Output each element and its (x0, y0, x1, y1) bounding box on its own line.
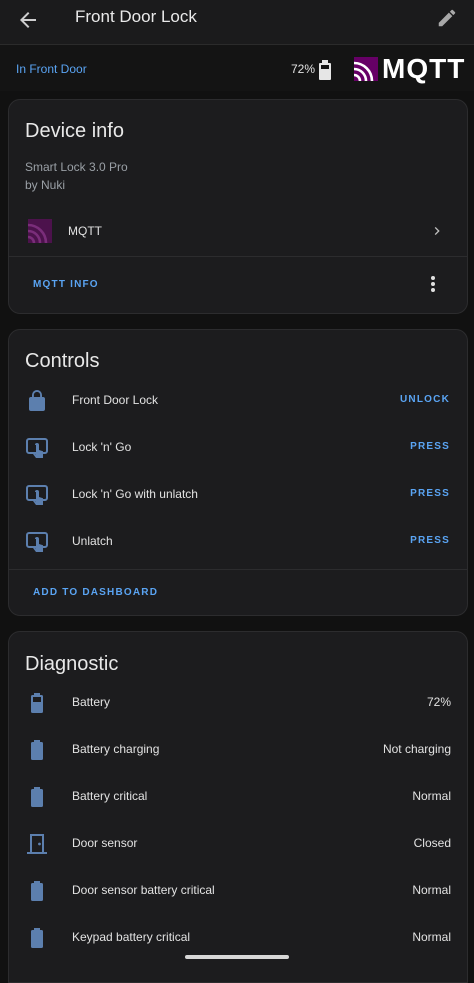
diagnostic-value: Closed (413, 836, 451, 850)
diagnostic-label: Battery charging (72, 742, 160, 756)
diagnostic-label: Keypad battery critical (72, 930, 191, 944)
diagnostic-row[interactable]: Battery critical Normal (9, 779, 467, 815)
diagnostic-label: Door sensor (72, 836, 138, 850)
device-manufacturer: by Nuki (25, 178, 66, 192)
diagnostic-label: Door sensor battery critical (72, 883, 215, 897)
controls-card: Controls Front Door Lock UNLOCK Lock 'n'… (8, 329, 468, 616)
diagnostic-value: Normal (412, 883, 451, 897)
diagnostic-row[interactable]: Battery charging Not charging (9, 732, 467, 768)
diagnostic-label: Battery (72, 695, 111, 709)
overflow-menu-icon[interactable] (425, 274, 441, 294)
battery-icon (319, 60, 331, 80)
page-title: Front Door Lock (75, 7, 197, 26)
diagnostic-label: Battery critical (72, 789, 148, 803)
control-row[interactable]: Lock 'n' Go PRESS (9, 430, 467, 466)
gesture-nav-bar[interactable] (185, 955, 289, 959)
control-label: Lock 'n' Go (72, 440, 132, 454)
controls-title: Controls (25, 350, 100, 372)
diagnostic-value: Normal (412, 930, 451, 944)
device-model: Smart Lock 3.0 Pro (25, 160, 128, 174)
back-arrow-icon[interactable] (16, 8, 40, 32)
device-summary-row: In Front Door 72% MQTT (0, 45, 474, 91)
battery-icon (31, 787, 43, 807)
control-row[interactable]: Front Door Lock UNLOCK (9, 383, 467, 419)
gesture-tap-button-icon (26, 532, 48, 552)
pencil-icon[interactable] (436, 7, 458, 29)
divider (9, 256, 467, 257)
diagnostic-value: Normal (412, 789, 451, 803)
gesture-tap-button-icon (26, 485, 48, 505)
mqtt-logo: MQTT (354, 55, 465, 83)
control-row[interactable]: Lock 'n' Go with unlatch PRESS (9, 477, 467, 513)
device-info-title: Device info (25, 120, 124, 142)
mqtt-integration-icon (28, 219, 52, 243)
chevron-right-icon (434, 227, 440, 235)
gesture-tap-button-icon (26, 438, 48, 458)
battery-icon (31, 693, 43, 713)
app-bar: Front Door Lock (0, 0, 474, 45)
diagnostic-value: 72% (426, 695, 451, 709)
diagnostic-row[interactable]: Door sensor Closed (9, 826, 467, 862)
diagnostic-row[interactable]: Door sensor battery critical Normal (9, 873, 467, 909)
device-info-card: Device info Smart Lock 3.0 Pro by Nuki M… (8, 99, 468, 314)
mqtt-logo-text: MQTT (382, 53, 466, 84)
control-label: Front Door Lock (72, 393, 159, 407)
area-link[interactable]: In Front Door (16, 62, 87, 76)
diagnostic-row[interactable]: Keypad battery critical Normal (9, 920, 467, 956)
battery-level-text: 72% (291, 62, 316, 76)
lock-icon (29, 390, 45, 411)
control-row[interactable]: Unlatch PRESS (9, 524, 467, 560)
press-button[interactable]: PRESS (410, 535, 450, 546)
integration-label: MQTT (68, 224, 102, 238)
battery-icon (31, 881, 43, 901)
diagnostic-title: Diagnostic (25, 653, 119, 675)
integration-row[interactable]: MQTT (9, 213, 467, 251)
unlock-button[interactable]: UNLOCK (400, 394, 450, 405)
diagnostic-value: Not charging (382, 742, 451, 756)
diagnostic-card: Diagnostic Battery 72% Battery charging … (8, 631, 468, 983)
diagnostic-row[interactable]: Battery 72% (9, 685, 467, 721)
add-to-dashboard-button[interactable]: ADD TO DASHBOARD (33, 587, 158, 598)
mqtt-info-button[interactable]: MQTT INFO (33, 279, 99, 290)
control-label: Unlatch (72, 534, 113, 548)
press-button[interactable]: PRESS (410, 441, 450, 452)
control-label: Lock 'n' Go with unlatch (72, 487, 198, 501)
battery-icon (31, 928, 43, 948)
divider (9, 569, 467, 570)
battery-icon (31, 740, 43, 760)
mqtt-logo-icon (354, 57, 378, 81)
press-button[interactable]: PRESS (410, 488, 450, 499)
door-icon (27, 834, 47, 854)
